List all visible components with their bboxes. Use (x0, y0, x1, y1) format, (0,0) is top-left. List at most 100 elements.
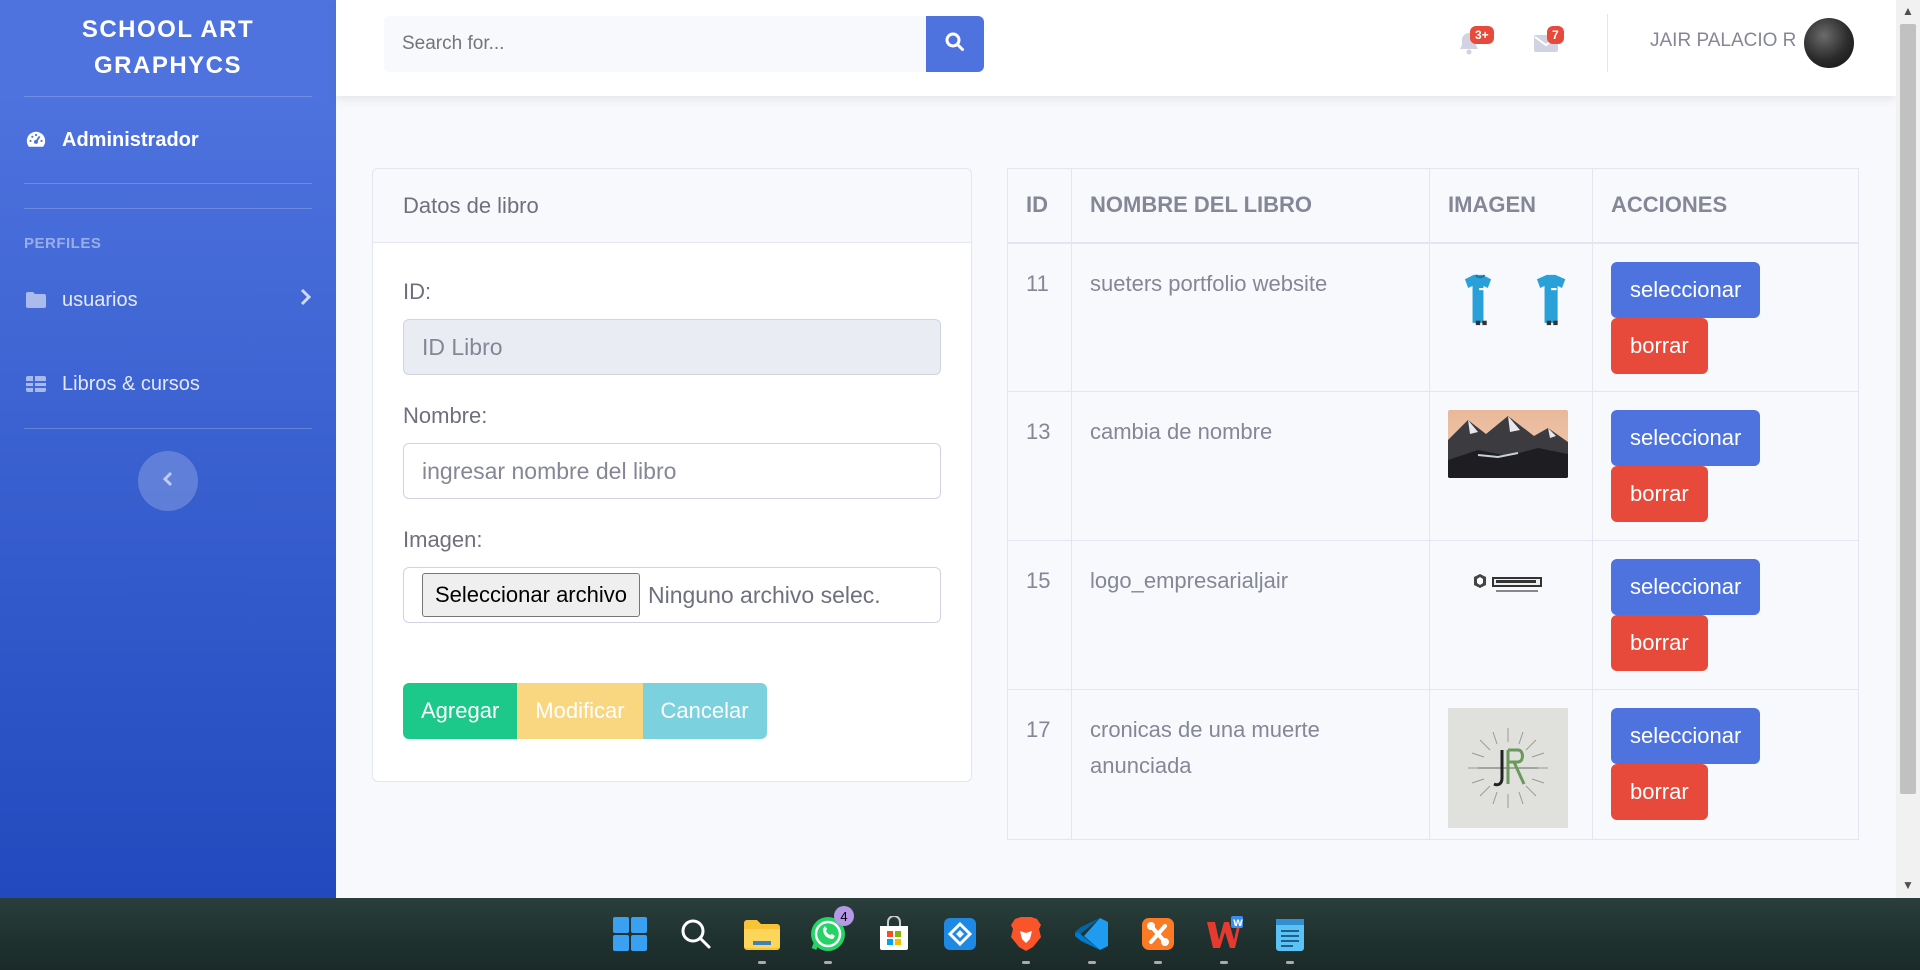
sidebar-item-label: usuarios (62, 288, 138, 311)
row-image (1429, 391, 1593, 541)
scroll-down-arrow-icon[interactable]: ▼ (1902, 878, 1914, 892)
wps-office-icon[interactable]: W (1204, 914, 1244, 964)
column-header-name: NOMBRE DEL LIBRO (1071, 168, 1430, 244)
sidebar-heading: PERFILES (24, 235, 102, 252)
cancel-button[interactable]: Cancelar (642, 683, 767, 739)
column-header-actions: ACCIONES (1592, 168, 1859, 244)
notepad-icon[interactable] (1270, 914, 1310, 964)
sidebar-item-usuarios[interactable]: usuarios (0, 278, 336, 322)
select-button[interactable]: seleccionar (1611, 261, 1761, 318)
table-row: 15 logo_empresarialjair seleccionar borr… (1007, 540, 1859, 690)
book-form-card: Datos de libro ID: Nombre: Imagen: Selec… (372, 168, 972, 782)
row-actions: seleccionar borrar (1592, 540, 1859, 690)
whatsapp-icon[interactable]: 4 (808, 906, 854, 964)
running-indicator (1088, 961, 1096, 964)
search-icon (945, 32, 965, 57)
running-indicator (1154, 961, 1162, 964)
user-name[interactable]: JAIR PALACIO R (1650, 30, 1796, 52)
sidebar-item-libros-cursos[interactable]: Libros & cursos (0, 362, 336, 406)
table-header-row: ID NOMBRE DEL LIBRO IMAGEN ACCIONES (1007, 168, 1859, 244)
sidebar-brand[interactable]: SCHOOL ART GRAPHYCS (0, 0, 336, 96)
add-button[interactable]: Agregar (403, 683, 518, 739)
delete-button[interactable]: borrar (1611, 317, 1708, 374)
messages-badge: 7 (1547, 26, 1564, 44)
folder-icon (24, 288, 48, 312)
table-icon (24, 372, 48, 396)
running-indicator (1220, 961, 1228, 964)
row-id: 17 (1007, 689, 1072, 840)
table-row: 13 cambia de nombre seleccionar borrar (1007, 391, 1859, 541)
select-button[interactable]: seleccionar (1611, 708, 1761, 764)
avatar[interactable] (1804, 18, 1854, 68)
row-name: cambia de nombre (1071, 391, 1430, 541)
chevron-left-icon (162, 471, 174, 492)
table-row: 11 sueters portfolio website seleccionar… (1007, 242, 1859, 392)
row-image (1429, 540, 1593, 690)
row-image (1429, 689, 1593, 840)
name-field[interactable] (403, 443, 941, 499)
running-indicator (1022, 961, 1030, 964)
xampp-icon[interactable] (1138, 914, 1178, 964)
mountain-thumbnail (1448, 410, 1568, 478)
tshirts-thumbnail (1464, 273, 1566, 325)
logo-thumbnail (1474, 574, 1542, 592)
brand-line-1: SCHOOL ART (81, 16, 255, 43)
row-actions: seleccionar borrar (1592, 242, 1859, 392)
row-image (1429, 242, 1593, 392)
sidebar-toggle-button[interactable] (138, 451, 198, 511)
column-header-image: IMAGEN (1429, 168, 1593, 244)
file-status: Ninguno archivo selec. (647, 581, 881, 608)
row-id: 11 (1007, 242, 1072, 392)
delete-button[interactable]: borrar (1611, 764, 1708, 820)
delete-button[interactable]: borrar (1611, 615, 1708, 671)
windows-start-icon[interactable] (610, 914, 650, 954)
search-icon[interactable] (676, 914, 716, 954)
anydesk-icon[interactable] (940, 914, 980, 954)
image-file-input[interactable]: Seleccionar archivo Ninguno archivo sele… (403, 567, 941, 623)
search-input[interactable] (384, 16, 926, 72)
tachometer-icon (24, 128, 48, 152)
modify-button[interactable]: Modificar (517, 683, 643, 739)
scrollbar-thumb[interactable] (1900, 24, 1916, 794)
alerts-dropdown[interactable]: 3+ (1454, 26, 1494, 60)
brand-line-2: GRAPHYCS (93, 52, 243, 79)
card-header: Datos de libro (373, 169, 971, 243)
topbar-divider (1607, 14, 1608, 72)
id-label: ID: (403, 279, 432, 304)
row-name: cronicas de una muerte anunciada (1071, 689, 1430, 840)
id-field[interactable] (403, 319, 941, 375)
select-button[interactable]: seleccionar (1611, 559, 1761, 615)
form-buttons: Agregar Modificar Cancelar (403, 683, 941, 739)
brave-browser-icon[interactable] (1006, 914, 1046, 964)
books-table: ID NOMBRE DEL LIBRO IMAGEN ACCIONES 11 s… (1007, 168, 1859, 840)
topbar: 3+ 7 JAIR PALACIO R (336, 0, 1896, 96)
row-actions: seleccionar borrar (1592, 391, 1859, 541)
svg-text:W: W (1233, 919, 1243, 929)
page-scrollbar[interactable]: ▲ ▼ (1896, 0, 1920, 898)
whatsapp-badge: 4 (834, 906, 854, 926)
vscode-icon[interactable] (1072, 914, 1112, 964)
file-explorer-icon[interactable] (742, 914, 782, 964)
row-name: logo_empresarialjair (1071, 540, 1430, 690)
running-indicator (758, 961, 766, 964)
messages-dropdown[interactable]: 7 (1531, 26, 1564, 60)
search-bar (384, 16, 984, 72)
column-header-id: ID (1007, 168, 1072, 244)
image-label: Imagen: (403, 527, 483, 552)
row-id: 13 (1007, 391, 1072, 541)
sidebar: SCHOOL ART GRAPHYCS Administrador PERFIL… (0, 0, 336, 898)
scroll-up-arrow-icon[interactable]: ▲ (1902, 4, 1914, 18)
select-button[interactable]: seleccionar (1611, 410, 1761, 466)
microsoft-store-icon[interactable] (874, 914, 914, 954)
row-id: 15 (1007, 540, 1072, 690)
sidebar-item-label: Libros & cursos (62, 372, 200, 395)
chevron-right-icon (300, 288, 312, 312)
choose-file-button[interactable]: Seleccionar archivo (422, 573, 640, 617)
row-name: sueters portfolio website (1071, 242, 1430, 392)
sidebar-item-administrador[interactable]: Administrador (0, 97, 336, 183)
jr-logo-thumbnail (1448, 708, 1568, 828)
search-button[interactable] (926, 16, 984, 72)
row-actions: seleccionar borrar (1592, 689, 1859, 840)
delete-button[interactable]: borrar (1611, 466, 1708, 522)
table-row: 17 cronicas de una muerte anunciada sele… (1007, 689, 1859, 840)
